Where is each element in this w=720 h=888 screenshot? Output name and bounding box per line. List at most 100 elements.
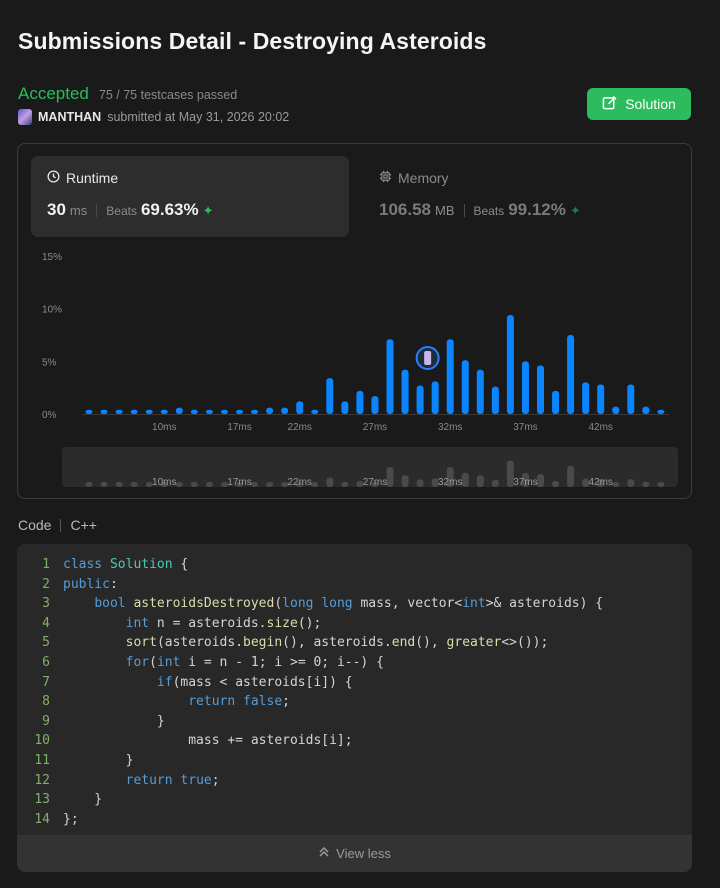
memory-beats-label: Beats xyxy=(473,204,505,218)
view-less-button[interactable]: View less xyxy=(17,835,692,872)
navigator-tick-label: 22ms xyxy=(287,477,311,488)
chart-bar xyxy=(311,409,319,414)
y-tick-label: 5% xyxy=(42,357,57,368)
navigator-bar xyxy=(326,477,334,487)
chart-bar xyxy=(582,382,590,414)
code-text: }; xyxy=(63,811,79,827)
code-text: mass += asteroids[i]; xyxy=(63,733,353,749)
navigator-tick-label: 27ms xyxy=(363,477,387,488)
navigator-bar xyxy=(627,479,635,487)
chart-bar xyxy=(145,409,153,414)
navigator-bar xyxy=(100,482,108,487)
chart-bar xyxy=(190,409,198,414)
code-line: 3 bool asteroidsDestroyed(long long mass… xyxy=(17,594,603,614)
navigator-bar xyxy=(491,479,499,487)
navigator-bar xyxy=(205,482,213,487)
testcases-count: 75 / 75 testcases passed xyxy=(98,88,238,102)
chart-bar xyxy=(597,384,605,414)
code-line: 4 int n = asteroids.size(); xyxy=(17,614,603,634)
submission-meta: MANTHAN submitted at May 31, 2026 20:02 xyxy=(18,109,289,125)
chart-bar xyxy=(491,386,499,414)
chart-bar xyxy=(446,339,454,414)
chart-bar xyxy=(175,407,183,414)
code-text: sort(asteroids.begin(), asteroids.end(),… xyxy=(125,635,549,651)
chart-bar xyxy=(401,369,409,414)
chart-bar xyxy=(657,409,665,414)
clap-icon: ✦ xyxy=(569,203,581,218)
chevrons-up-icon xyxy=(318,846,330,861)
navigator-bar xyxy=(190,482,198,487)
chart-bar xyxy=(627,384,635,414)
code-line: 12 return true; xyxy=(17,771,603,791)
navigator-bar xyxy=(341,482,349,487)
runtime-value: 30 xyxy=(47,200,66,219)
chart-bar xyxy=(642,406,650,414)
navigator-bar xyxy=(266,482,274,487)
code-text: if(mass < asteroids[i]) { xyxy=(156,674,353,690)
view-less-label: View less xyxy=(336,846,391,861)
navigator-bar xyxy=(461,472,469,487)
verdict-label: Accepted xyxy=(18,84,89,103)
code-text: int n = asteroids.size(); xyxy=(125,615,322,631)
code-line: 9 } xyxy=(17,712,603,732)
runtime-card[interactable]: Runtime 30 ms Beats 69.63% ✦ xyxy=(31,156,349,237)
code-line: 13 } xyxy=(17,790,603,810)
clap-icon: ✦ xyxy=(202,203,214,218)
memory-value: 106.58 xyxy=(379,200,431,219)
chart-bar xyxy=(341,401,349,414)
chart-bar xyxy=(416,385,424,414)
x-tick-label: 42ms xyxy=(588,422,612,433)
code-header: Code C++ xyxy=(18,517,97,533)
code-line: 11 } xyxy=(17,751,603,771)
memory-card[interactable]: Memory 106.58 MB Beats 99.12% ✦ xyxy=(363,156,681,237)
code-line: 14}; xyxy=(17,810,603,830)
code-line: 5 sort(asteroids.begin(), asteroids.end(… xyxy=(17,633,603,653)
chart-bar xyxy=(476,369,484,414)
chip-icon xyxy=(379,170,392,186)
line-number: 2 xyxy=(42,576,50,592)
code-text: class Solution { xyxy=(63,557,189,572)
chart-bar xyxy=(461,360,469,414)
page-title: Submissions Detail - Destroying Asteroid… xyxy=(18,28,487,54)
chart-bar xyxy=(115,409,123,414)
username-link[interactable]: MANTHAN xyxy=(38,110,101,124)
chart-bar xyxy=(537,365,544,414)
code-label: Code xyxy=(18,517,52,533)
chart-bar xyxy=(296,401,304,414)
line-number: 6 xyxy=(42,654,50,670)
line-number: 11 xyxy=(34,752,50,768)
runtime-distribution-chart: 15% 10% 5% 0% 10ms 17ms 22ms 27ms 32ms 37ms 42ms 10… xyxy=(42,252,678,488)
memory-unit: MB xyxy=(435,203,455,218)
edit-icon xyxy=(602,95,617,113)
chart-bar xyxy=(386,339,394,414)
navigator-bar xyxy=(552,480,560,487)
solution-button[interactable]: Solution xyxy=(587,88,691,120)
navigator-tick-label: 37ms xyxy=(513,477,537,488)
line-number: 5 xyxy=(42,635,50,651)
x-tick-label: 17ms xyxy=(227,422,251,433)
chart-bar xyxy=(612,406,620,414)
navigator-bar xyxy=(401,475,409,487)
navigator-bar xyxy=(567,466,575,487)
navigator-bar xyxy=(416,479,424,487)
memory-beats-percent: 99.12% xyxy=(508,200,566,219)
code-text: bool asteroidsDestroyed(long long mass, … xyxy=(94,596,604,612)
language-label: C++ xyxy=(70,517,97,533)
runtime-beats-percent: 69.63% xyxy=(140,200,199,219)
line-number: 13 xyxy=(34,792,50,808)
navigator-bar xyxy=(115,482,123,487)
code-line: 10 mass += asteroids[i]; xyxy=(17,731,603,751)
line-number: 9 xyxy=(42,713,50,729)
navigator-bar xyxy=(251,482,259,487)
code-line: 1 class Solution { xyxy=(17,555,603,575)
solution-button-label: Solution xyxy=(625,96,676,112)
divider xyxy=(96,203,98,217)
avatar[interactable] xyxy=(18,109,32,125)
navigator-bar xyxy=(642,482,650,487)
clock-icon xyxy=(47,170,60,186)
line-number: 14 xyxy=(34,811,50,827)
chart-bar xyxy=(160,409,168,414)
code-block: 1 class Solution {2 public: 3 bool asteroid… xyxy=(17,544,692,872)
chart-bar xyxy=(266,407,274,414)
runtime-beats-label: Beats xyxy=(106,204,137,218)
